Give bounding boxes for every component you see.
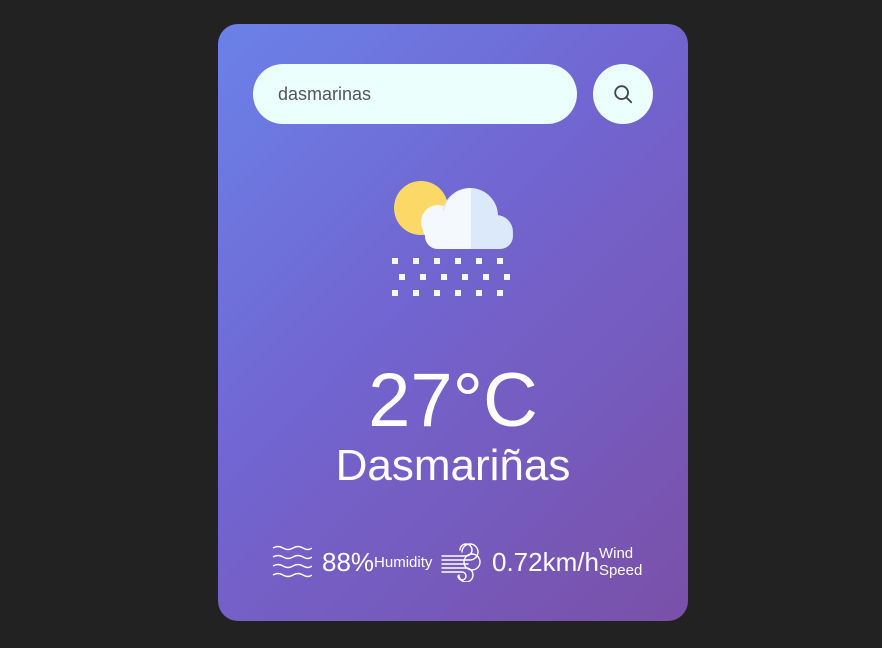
snow-dot — [455, 290, 461, 296]
snow-dot — [483, 274, 489, 280]
snow-dot — [420, 274, 426, 280]
search-icon — [612, 83, 634, 105]
wind-column: 0.72km/h Wind Speed — [440, 540, 642, 584]
snow-dot — [399, 274, 405, 280]
snow-dot — [441, 274, 447, 280]
snow-dot — [476, 290, 482, 296]
wind-label-line1: Wind — [598, 545, 634, 562]
humidity-label: Humidity — [374, 553, 433, 571]
wind-label-line2: Speed — [598, 562, 643, 579]
city-name: Dasmariñas — [335, 441, 571, 490]
snow-dot — [476, 258, 482, 264]
temperature: 27°C — [368, 358, 538, 443]
snow-dot — [392, 258, 398, 264]
details-row: 88% Humidity 0.72km/h Wind Speed — [218, 540, 688, 584]
search-button[interactable] — [593, 64, 653, 124]
snow-dot — [413, 290, 419, 296]
snow-dot — [455, 258, 461, 264]
snow-dot — [392, 290, 398, 296]
humidity-waves-icon — [272, 544, 312, 580]
snow-dot — [504, 274, 510, 280]
weather-card: 27°C Dasmariñas 88% Humidity — [218, 24, 688, 621]
wind-value: 0.72km/h — [492, 547, 599, 577]
snow-dot — [413, 258, 419, 264]
snow-cloud-sun-icon — [388, 176, 518, 301]
snow-dot — [497, 258, 503, 264]
humidity-column: 88% Humidity — [272, 540, 432, 584]
snow-dot — [462, 274, 468, 280]
wind-icon — [440, 542, 482, 582]
search-input[interactable] — [253, 64, 577, 124]
wind-label: Wind Speed — [599, 545, 642, 579]
snow-dot — [434, 290, 440, 296]
snow-dot — [434, 258, 440, 264]
snow-dot — [497, 290, 503, 296]
humidity-value: 88% — [322, 547, 375, 577]
